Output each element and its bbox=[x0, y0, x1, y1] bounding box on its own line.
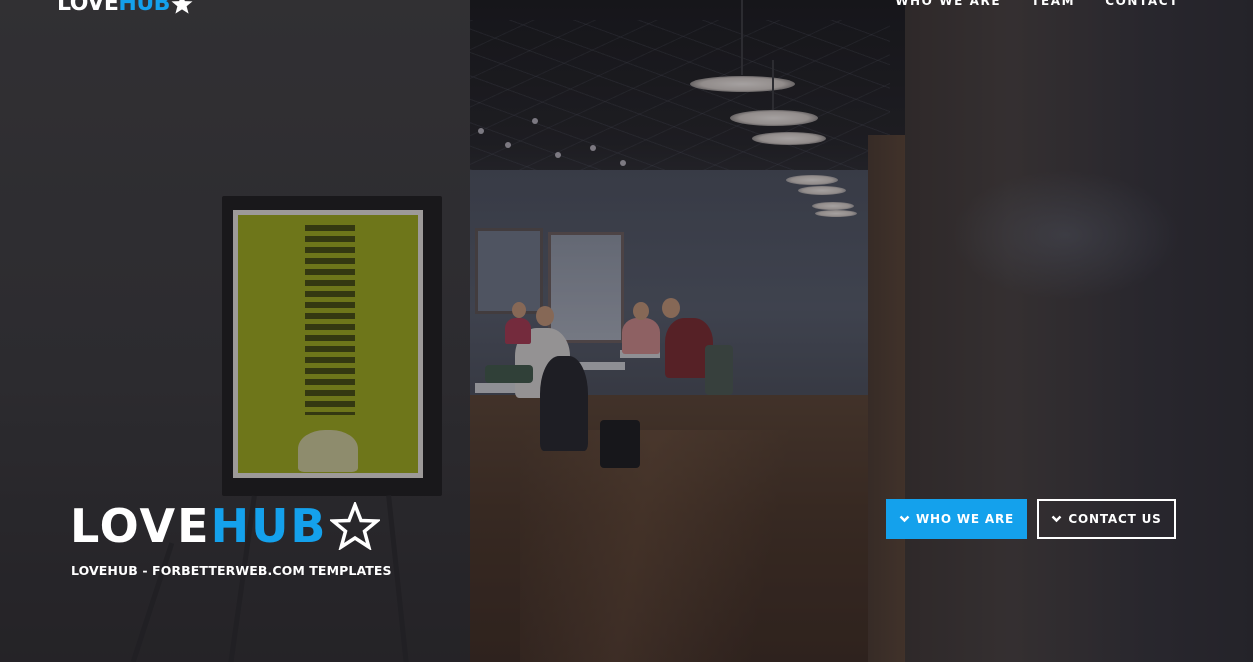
nav-logo-part1: LOVE bbox=[57, 0, 119, 16]
star-outline-icon bbox=[329, 502, 380, 550]
hero-title: LOVE HUB bbox=[70, 500, 380, 552]
hero-section: LOVE HUB WHO WE ARE TEAM CONTACT LOVE HUB … bbox=[0, 0, 1253, 662]
nav-link-who-we-are[interactable]: WHO WE ARE bbox=[895, 0, 1001, 8]
hero-subtitle: LOVEHUB - FORBETTERWEB.COM TEMPLATES bbox=[71, 563, 392, 578]
nav-link-contact[interactable]: CONTACT bbox=[1105, 0, 1179, 8]
main-nav: WHO WE ARE TEAM CONTACT bbox=[895, 0, 1179, 8]
hero-title-part1: LOVE bbox=[70, 499, 211, 553]
nav-logo[interactable]: LOVE HUB bbox=[57, 0, 194, 16]
chevron-down-icon bbox=[899, 515, 910, 523]
contact-us-button-label: CONTACT US bbox=[1068, 512, 1162, 526]
nav-logo-part2: HUB bbox=[118, 0, 170, 16]
who-we-are-button[interactable]: WHO WE ARE bbox=[886, 499, 1027, 539]
who-we-are-button-label: WHO WE ARE bbox=[916, 512, 1014, 526]
star-icon bbox=[171, 0, 193, 14]
chevron-down-icon bbox=[1052, 515, 1062, 523]
nav-link-team[interactable]: TEAM bbox=[1031, 0, 1075, 8]
contact-us-button[interactable]: CONTACT US bbox=[1037, 499, 1176, 539]
hero-title-part2: HUB bbox=[210, 499, 328, 553]
